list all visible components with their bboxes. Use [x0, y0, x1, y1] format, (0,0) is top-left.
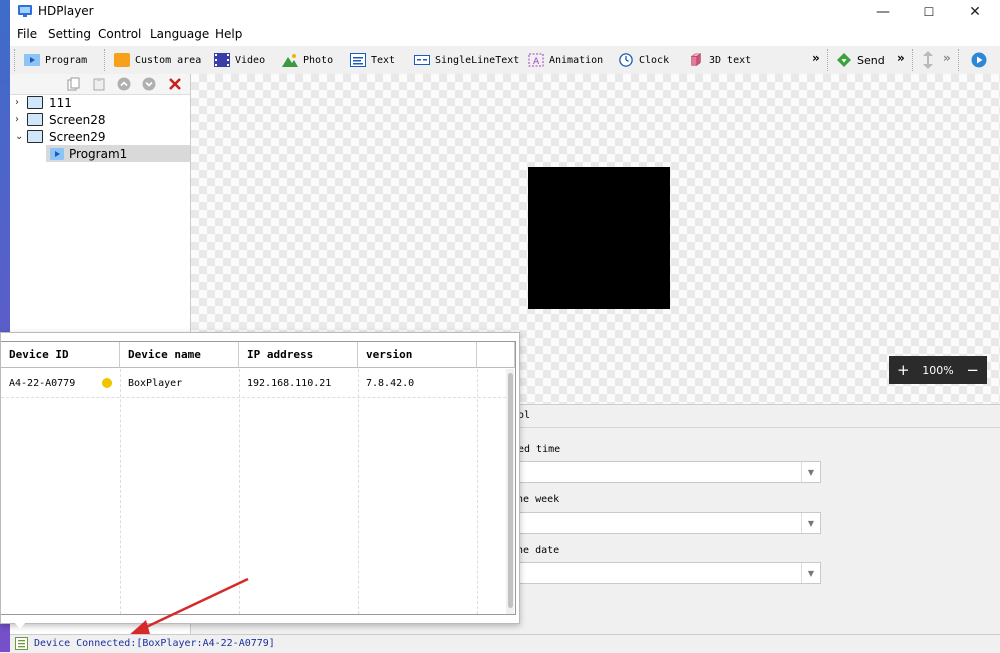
- status-text: Device Connected:[BoxPlayer:A4-22-A0779]: [34, 638, 275, 649]
- status-bar: Device Connected:[BoxPlayer:A4-22-A0779]: [10, 634, 1000, 653]
- annotation-arrow-icon: [128, 577, 249, 636]
- list-icon[interactable]: [15, 637, 28, 650]
